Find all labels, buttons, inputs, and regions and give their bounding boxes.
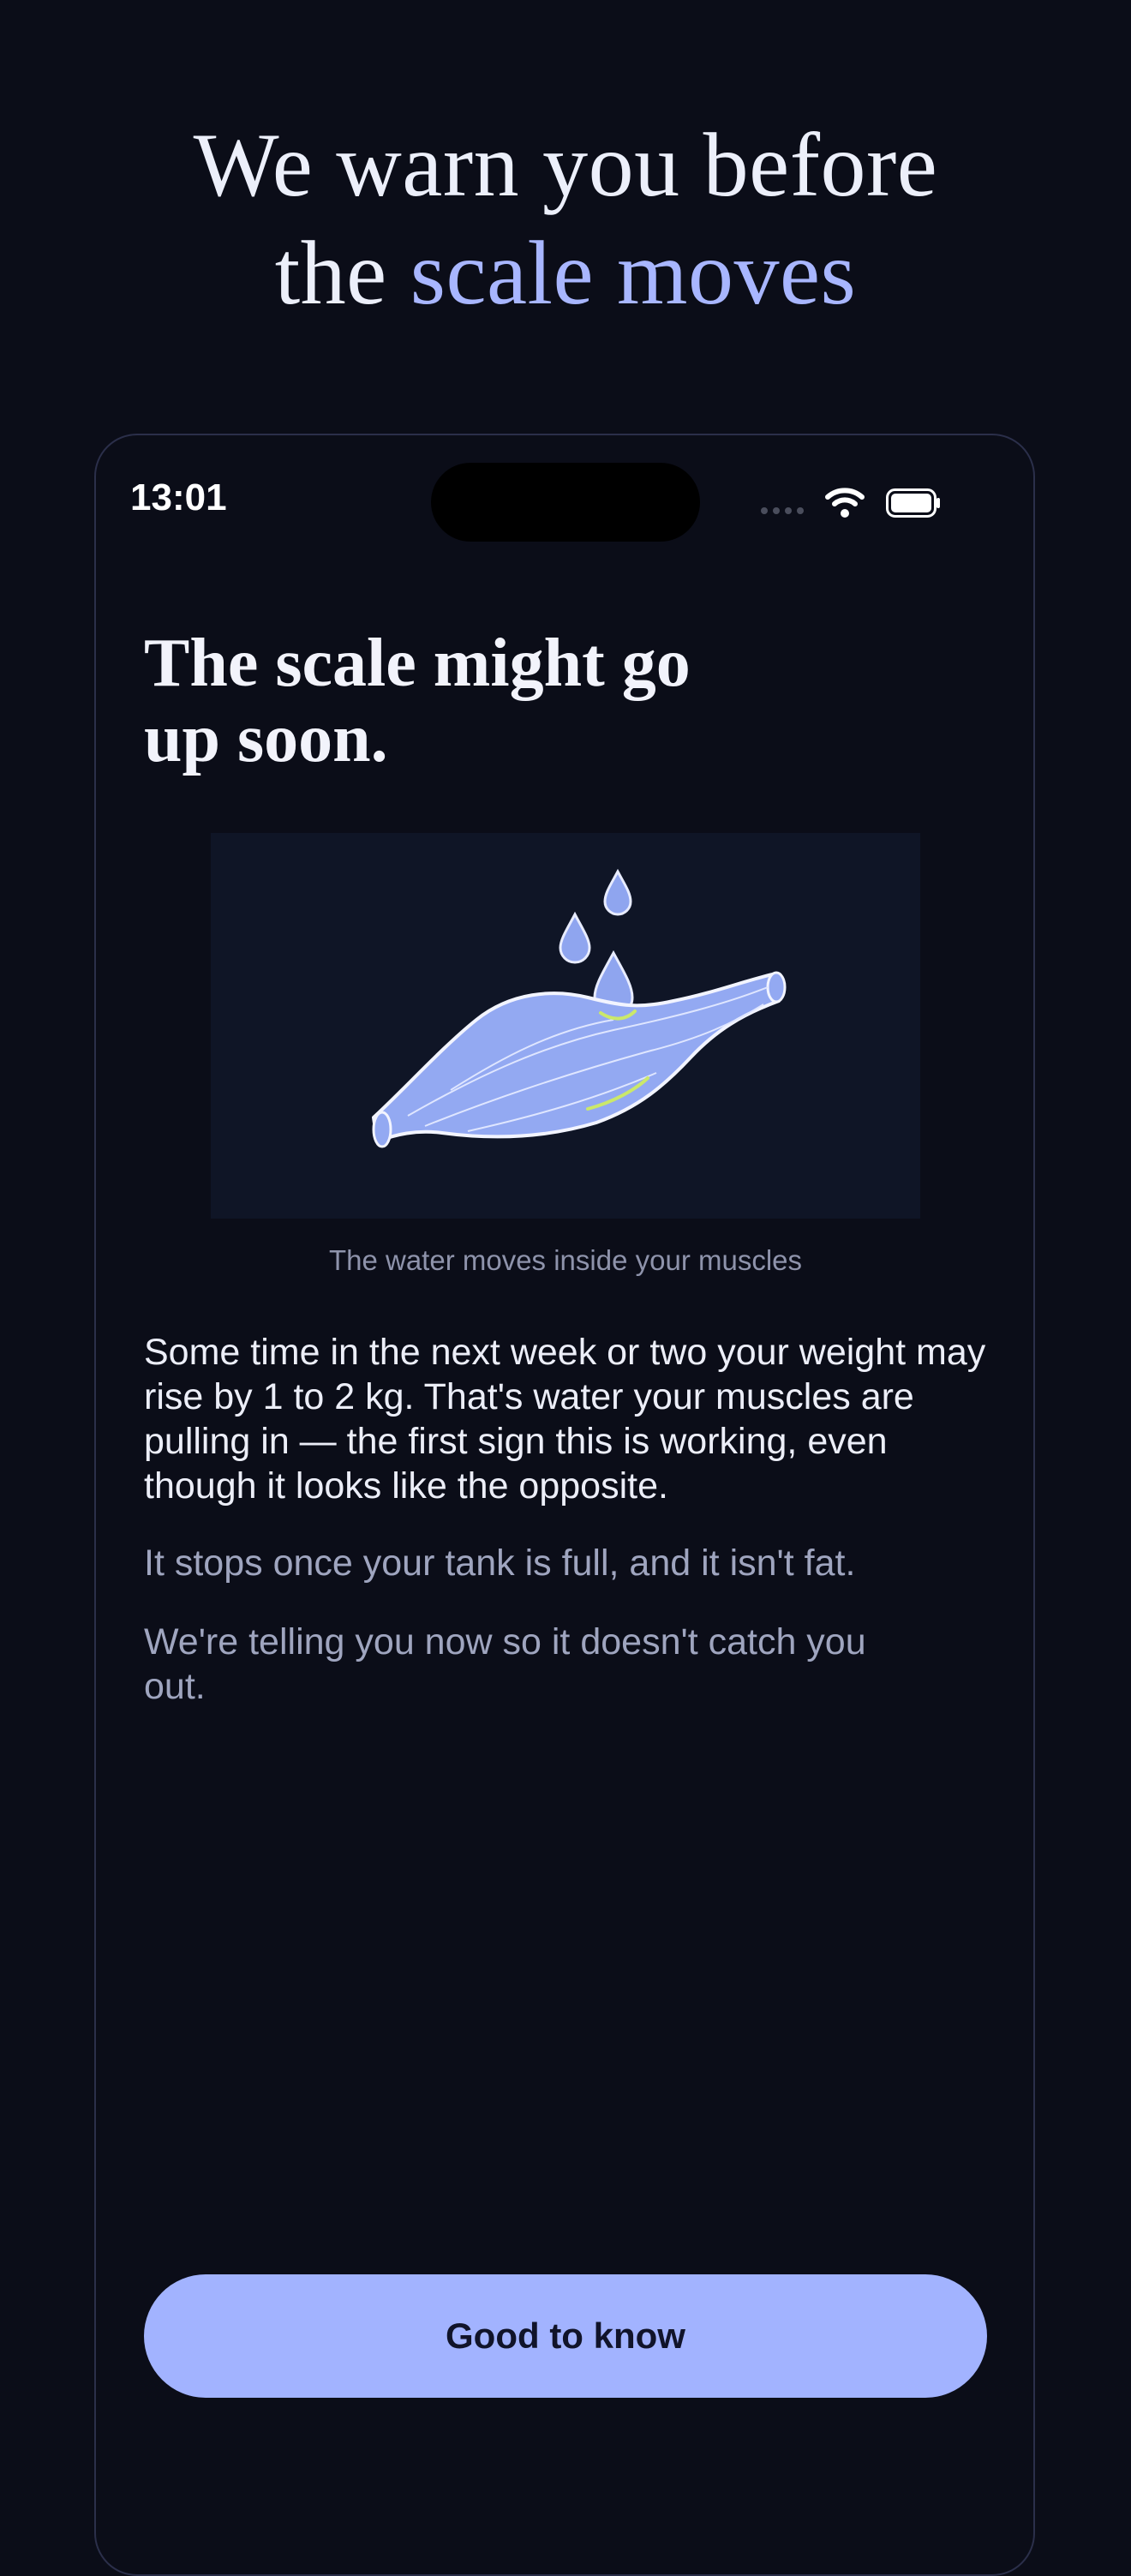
illustration-caption: The water moves inside your muscles bbox=[328, 1244, 803, 1276]
wifi-icon bbox=[825, 488, 865, 518]
headline-line-1: We warn you before bbox=[193, 115, 938, 215]
status-time: 13:01 bbox=[130, 476, 227, 518]
body-sub-text-2: We're telling you now so it doesn't catc… bbox=[144, 1621, 866, 1707]
headline-line-2: the scale moves bbox=[0, 219, 1131, 327]
headline-accent: scale moves bbox=[410, 223, 857, 323]
headline-prefix: the bbox=[274, 223, 410, 323]
dynamic-island bbox=[431, 463, 700, 542]
body-main-text: Some time in the next week or two your w… bbox=[144, 1332, 986, 1507]
signal-dots-icon bbox=[761, 507, 804, 514]
battery-icon bbox=[886, 488, 940, 518]
body-sub-text-1: It stops once your tank is full, and it … bbox=[144, 1543, 856, 1584]
muscle-illustration bbox=[211, 833, 920, 1219]
good-to-know-button[interactable]: Good to know bbox=[144, 2274, 987, 2398]
screen-title-line-1: The scale might go bbox=[144, 626, 691, 701]
screen-title-line-2: up soon. bbox=[144, 701, 388, 776]
screen-title: The scale might go up soon. bbox=[144, 626, 829, 776]
marketing-headline: We warn you before the scale moves bbox=[0, 111, 1131, 327]
